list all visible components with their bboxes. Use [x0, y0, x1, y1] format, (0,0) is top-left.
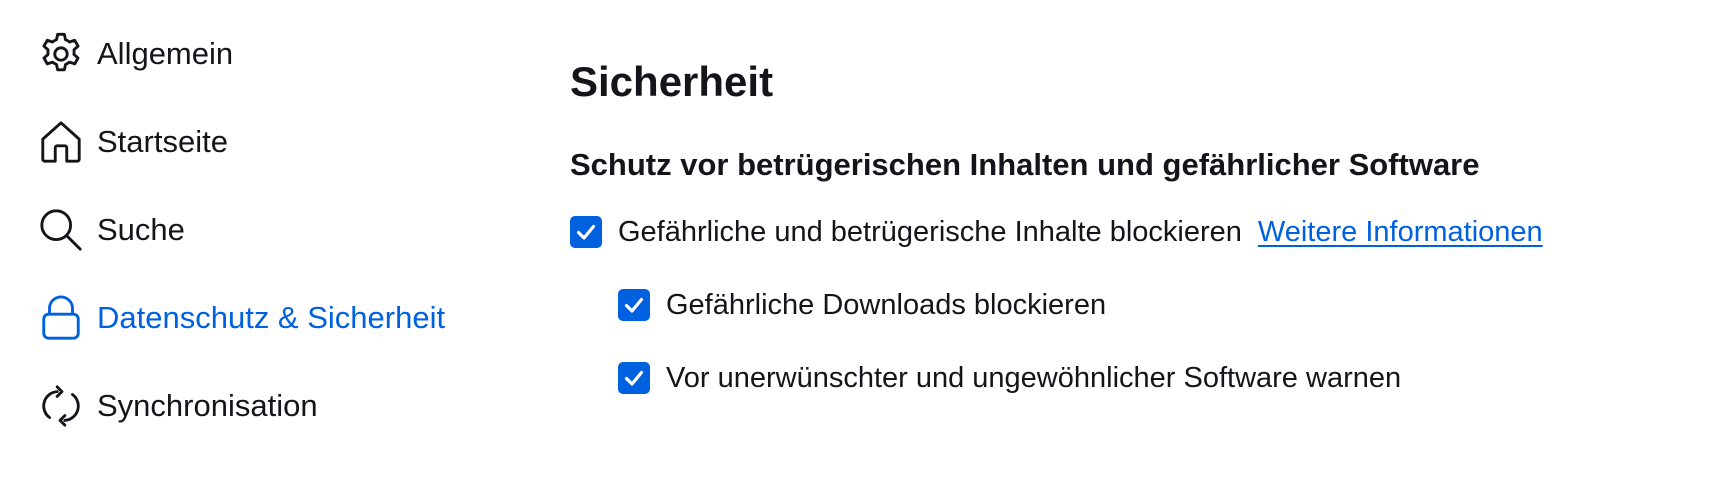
- sidebar-item-suche[interactable]: Suche: [38, 202, 185, 258]
- home-icon: [38, 118, 84, 166]
- block-downloads-label[interactable]: Gefährliche Downloads blockieren: [666, 285, 1106, 325]
- page-title: Sicherheit: [570, 58, 774, 105]
- checkmark-icon: [576, 224, 596, 240]
- sidebar-item-label: Datenschutz & Sicherheit: [97, 300, 446, 335]
- block-downloads-checkbox[interactable]: [618, 289, 650, 321]
- sidebar-item-label: Suche: [97, 212, 185, 247]
- checkmark-icon: [624, 370, 644, 386]
- sidebar-item-label: Allgemein: [97, 36, 234, 71]
- sidebar-item-allgemein[interactable]: Allgemein: [38, 26, 233, 82]
- block-dangerous-content-checkbox[interactable]: [570, 216, 602, 248]
- sync-icon: [38, 382, 84, 430]
- lock-icon: [38, 294, 84, 342]
- sidebar: Allgemein Startseite Suche Datenschutz &…: [0, 0, 540, 488]
- learn-more-link[interactable]: Weitere Informationen: [1258, 212, 1543, 252]
- sidebar-item-datenschutz-sicherheit[interactable]: Datenschutz & Sicherheit: [38, 290, 445, 346]
- block-downloads-option: Gefährliche Downloads blockieren: [618, 285, 1106, 325]
- warn-unwanted-software-label[interactable]: Vor unerwünschter und ungewöhnlicher Sof…: [666, 358, 1401, 398]
- block-dangerous-content-label[interactable]: Gefährliche und betrügerische Inhalte bl…: [618, 212, 1242, 252]
- main-content: Sicherheit Schutz vor betrügerischen Inh…: [570, 0, 1690, 488]
- warn-unwanted-software-option: Vor unerwünschter und ungewöhnlicher Sof…: [618, 358, 1401, 398]
- section-title: Schutz vor betrügerischen Inhalten und g…: [570, 147, 1480, 182]
- sidebar-item-synchronisation[interactable]: Synchronisation: [38, 378, 318, 434]
- checkmark-icon: [624, 297, 644, 313]
- sidebar-item-label: Synchronisation: [97, 388, 318, 423]
- gear-icon: [38, 30, 84, 78]
- search-icon: [38, 206, 84, 254]
- preferences-page: Allgemein Startseite Suche Datenschutz &…: [0, 0, 1718, 488]
- sidebar-item-startseite[interactable]: Startseite: [38, 114, 228, 170]
- sidebar-item-label: Startseite: [97, 124, 228, 159]
- block-dangerous-content-option: Gefährliche und betrügerische Inhalte bl…: [570, 212, 1543, 252]
- warn-unwanted-software-checkbox[interactable]: [618, 362, 650, 394]
